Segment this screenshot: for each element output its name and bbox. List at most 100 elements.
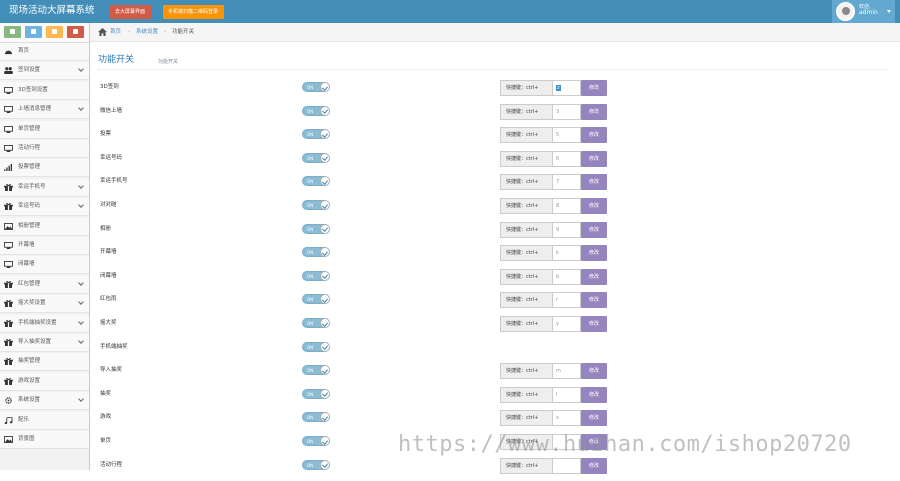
feature-toggle[interactable]: ON <box>302 388 330 399</box>
qr-login-button[interactable]: 手机端扫描二维码登录 <box>163 5 224 19</box>
modify-hotkey-button[interactable]: 修改 <box>581 127 607 144</box>
sidebar-item-label: 相册管理 <box>18 222 41 229</box>
modify-hotkey-button[interactable]: 修改 <box>581 363 607 380</box>
sidebar-item[interactable]: 配乐 <box>0 411 89 430</box>
shortcut-users-button[interactable] <box>46 26 63 38</box>
brand-title[interactable]: 现场活动大屏幕系统 <box>9 5 95 17</box>
sidebar-item-label: 幸运手机号 <box>18 183 46 190</box>
modify-hotkey-button[interactable]: 修改 <box>581 221 607 238</box>
hotkey-input[interactable]: 9 <box>553 221 581 238</box>
modify-hotkey-button[interactable]: 修改 <box>581 174 607 191</box>
modify-hotkey-button[interactable]: 修改 <box>581 386 607 403</box>
hotkey-input[interactable]: m <box>553 363 581 380</box>
sidebar-item[interactable]: 系统设置 <box>0 392 89 411</box>
sidebar-item[interactable]: 3D签到设置 <box>0 81 89 100</box>
feature-toggle[interactable]: ON <box>302 412 330 423</box>
sidebar-item[interactable]: 手机端抽奖设置 <box>0 314 89 333</box>
sidebar-item[interactable]: 投票管理 <box>0 159 89 178</box>
feature-toggle[interactable]: ON <box>302 223 330 234</box>
check-icon <box>320 294 330 305</box>
feature-label: 幸运号码 <box>100 154 123 161</box>
sidebar-item[interactable]: 背景图 <box>0 431 89 449</box>
feature-toggle[interactable]: ON <box>302 200 330 210</box>
modify-hotkey-button[interactable]: 修改 <box>581 434 607 450</box>
feature-toggle[interactable]: ON <box>302 318 330 328</box>
gift-icon <box>4 377 13 385</box>
caret-down-icon <box>887 10 891 13</box>
feature-toggle[interactable]: ON <box>302 176 330 187</box>
hotkey-input[interactable]: 3 <box>553 103 581 120</box>
feature-toggle[interactable]: ON <box>302 294 330 305</box>
sidebar-item-label: 抽奖管理 <box>18 358 41 365</box>
sidebar-item[interactable]: 签到设置 <box>0 62 89 81</box>
hotkey-input[interactable]: l <box>553 386 581 403</box>
feature-toggle[interactable]: ON <box>302 436 330 446</box>
feature-toggle[interactable]: ON <box>302 459 330 470</box>
feature-toggle[interactable]: ON <box>302 247 330 258</box>
feature-toggle[interactable]: ON <box>302 82 330 92</box>
chevron-down-icon <box>78 396 84 403</box>
modify-hotkey-button[interactable]: 修改 <box>581 245 607 262</box>
bar-chart-icon <box>4 164 13 172</box>
hotkey-input[interactable]: b <box>553 268 581 285</box>
shortcut-pencil-button[interactable] <box>25 26 42 38</box>
feature-row: 对对碰 ON 快捷键：ctrl+ 8 修改 <box>90 198 900 221</box>
hotkey-input[interactable]: y <box>553 316 581 332</box>
toggle-state-label: ON <box>307 439 314 444</box>
sidebar-item[interactable]: 首页 <box>0 43 89 61</box>
modify-hotkey-button[interactable]: 修改 <box>581 268 607 285</box>
sidebar-item[interactable]: 上墙消息管理 <box>0 101 89 120</box>
hotkey-input[interactable] <box>553 434 581 450</box>
sidebar-item[interactable]: 游戏设置 <box>0 372 89 391</box>
hotkey-input[interactable]: x <box>553 410 581 427</box>
feature-toggle[interactable]: ON <box>302 341 330 352</box>
hotkey-input[interactable]: z <box>553 80 581 96</box>
feature-toggle[interactable]: ON <box>302 152 330 163</box>
modify-hotkey-button[interactable]: 修改 <box>581 292 607 309</box>
sidebar-item[interactable]: 导入抽奖设置 <box>0 334 89 352</box>
toggle-state-label: ON <box>307 250 314 256</box>
feature-toggle[interactable]: ON <box>302 129 330 140</box>
check-icon <box>320 318 330 328</box>
feature-label: 手机端抽奖 <box>100 343 128 350</box>
breadcrumb-section[interactable]: 系统设置 <box>136 28 158 36</box>
sidebar-item[interactable]: 相册管理 <box>0 217 89 236</box>
sidebar-item[interactable]: 活动行程 <box>0 140 89 158</box>
gift-icon <box>4 358 13 366</box>
feature-toggle[interactable]: ON <box>302 105 330 116</box>
sidebar-item[interactable]: 开幕墙 <box>0 237 89 255</box>
sidebar-item[interactable]: 摇大奖设置 <box>0 295 89 314</box>
sidebar-item-label: 手机端抽奖设置 <box>18 319 57 326</box>
modify-hotkey-button[interactable]: 修改 <box>581 103 607 120</box>
modify-hotkey-button[interactable]: 修改 <box>581 80 607 96</box>
big-screen-button[interactable]: 去大屏幕界面 <box>110 5 152 19</box>
sidebar-item[interactable]: 幸运手机号 <box>0 178 89 197</box>
user-menu[interactable]: 欢迎, admin <box>832 0 895 23</box>
feature-toggle[interactable]: ON <box>302 270 330 281</box>
hotkey-input[interactable]: 5 <box>553 127 581 144</box>
hotkey-input[interactable]: 8 <box>553 198 581 214</box>
modify-hotkey-button[interactable]: 修改 <box>581 410 607 427</box>
sidebar-item[interactable]: 闭幕墙 <box>0 256 89 275</box>
hotkey-input[interactable]: 7 <box>553 174 581 191</box>
modify-hotkey-button[interactable]: 修改 <box>581 150 607 167</box>
sidebar-item[interactable]: 单页管理 <box>0 120 89 139</box>
dashboard-icon <box>4 48 13 55</box>
shortcut-signal-button[interactable] <box>4 26 21 38</box>
modify-hotkey-button[interactable]: 修改 <box>581 457 607 474</box>
feature-toggle[interactable]: ON <box>302 365 330 376</box>
hotkey-value: 8 <box>556 203 560 209</box>
shortcut-cogs-button[interactable] <box>67 26 84 38</box>
sidebar-shortcuts <box>0 23 89 43</box>
modify-hotkey-button[interactable]: 修改 <box>581 198 607 214</box>
hotkey-input[interactable]: 6 <box>553 150 581 167</box>
sidebar-item[interactable]: 抽奖管理 <box>0 353 89 372</box>
sidebar-item[interactable]: 幸运号码 <box>0 198 89 217</box>
sidebar-item[interactable]: 红包管理 <box>0 275 89 294</box>
breadcrumb-home[interactable]: 首页 <box>110 28 121 36</box>
hotkey-input[interactable]: r <box>553 292 581 309</box>
hotkey-input[interactable]: k <box>553 245 581 262</box>
modify-hotkey-button[interactable]: 修改 <box>581 316 607 332</box>
check-icon <box>320 82 330 92</box>
hotkey-input[interactable] <box>553 457 581 474</box>
